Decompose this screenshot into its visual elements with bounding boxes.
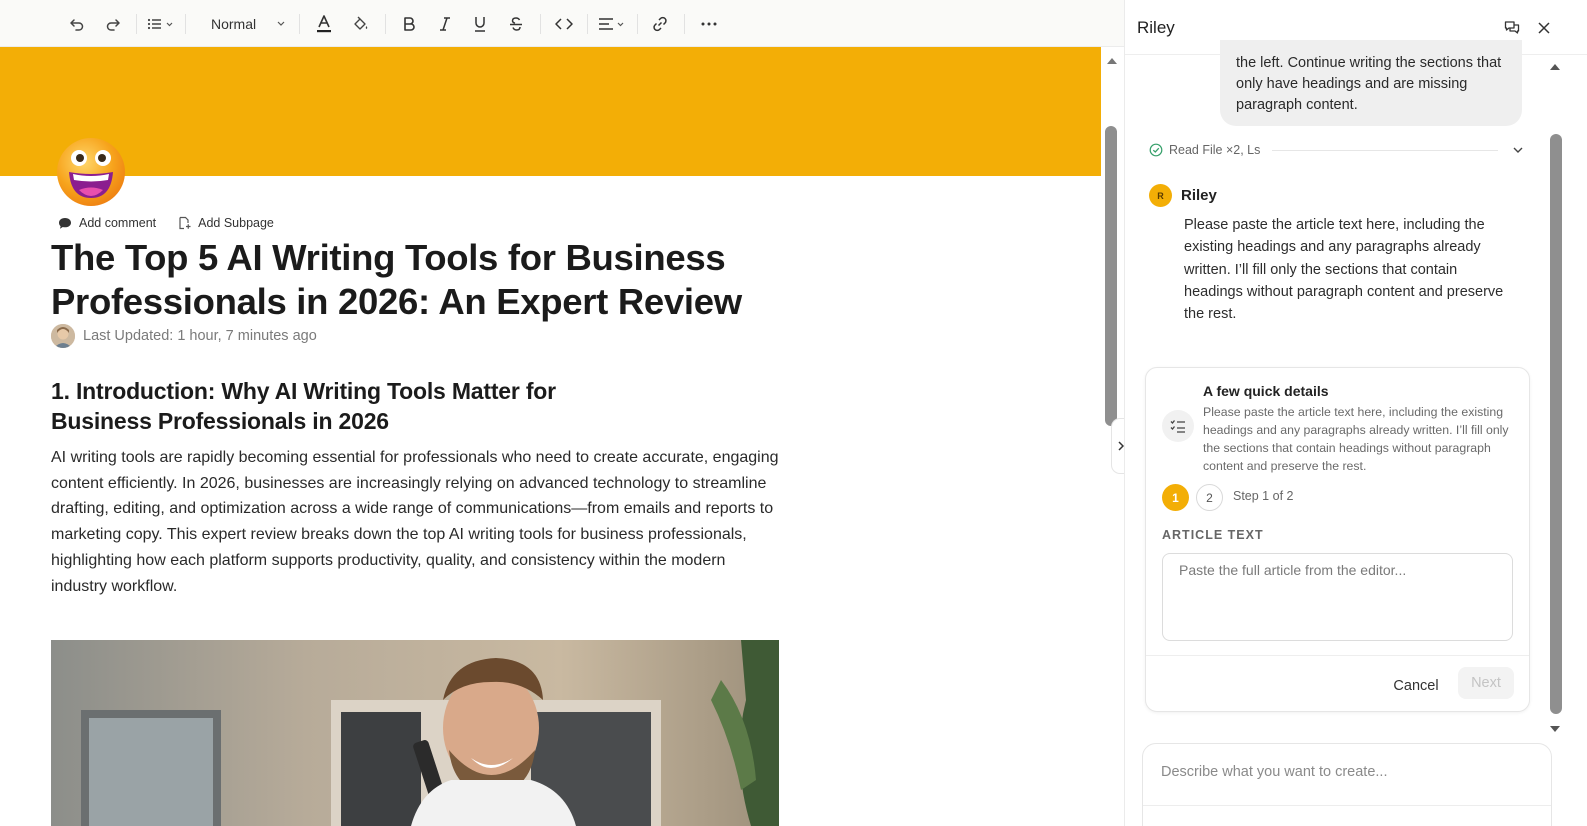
toolbar-divider (587, 14, 588, 34)
step-1-indicator: 1 (1162, 484, 1189, 511)
assistant-header: R Riley (1149, 184, 1217, 207)
chevron-right-icon (1117, 441, 1124, 451)
toolbar-divider (136, 14, 137, 34)
author-avatar (51, 324, 75, 348)
underline-icon[interactable] (469, 12, 491, 36)
cover-banner[interactable] (0, 47, 1101, 176)
chat-composer (1142, 743, 1552, 826)
step-progress-text: Step 1 of 2 (1233, 489, 1294, 503)
app-window: Normal Add comment Add Subpage The Top 5… (0, 0, 1587, 826)
tool-summary-text: Read File ×2, Ls (1169, 143, 1261, 157)
redo-icon[interactable] (102, 12, 124, 36)
assistant-avatar: R (1149, 184, 1172, 207)
assistant-panel: Riley the left. Continue writing the sec… (1124, 0, 1587, 826)
prompt-input[interactable] (1161, 760, 1531, 784)
toolbar-divider (299, 14, 300, 34)
card-description: Please paste the article text here, incl… (1203, 405, 1509, 473)
last-updated: Last Updated: 1 hour, 7 minutes ago (51, 324, 317, 348)
editor-scroll-up-icon[interactable] (1106, 56, 1118, 66)
cancel-button[interactable]: Cancel (1382, 671, 1450, 701)
link-icon[interactable] (649, 12, 671, 36)
add-subpage-button[interactable]: Add Subpage (178, 216, 274, 230)
article-text-input[interactable] (1162, 553, 1513, 641)
toolbar-divider (637, 14, 638, 34)
section-heading[interactable]: 1. Introduction: Why AI Writing Tools Ma… (51, 377, 571, 436)
align-icon[interactable] (597, 12, 627, 36)
panel-scroll-up-icon[interactable] (1549, 62, 1561, 72)
toolbar-divider (185, 14, 186, 34)
user-message: the left. Continue writing the sections … (1220, 40, 1522, 126)
page-meta-actions: Add comment Add Subpage (58, 213, 296, 233)
bold-icon[interactable] (398, 12, 420, 36)
add-comment-label: Add comment (79, 216, 157, 230)
editor-pane: Normal Add comment Add Subpage The Top 5… (0, 0, 1124, 826)
assistant-name: Riley (1181, 187, 1217, 204)
code-icon[interactable] (553, 12, 575, 36)
composer-divider (1143, 805, 1551, 806)
close-icon[interactable] (1534, 18, 1554, 38)
text-style-value: Normal (211, 16, 257, 32)
add-subpage-label: Add Subpage (198, 216, 274, 230)
editor-scrollbar[interactable] (1105, 126, 1117, 426)
list-icon[interactable] (146, 12, 176, 36)
quick-details-card: A few quick details Please paste the art… (1145, 367, 1530, 712)
highlight-color-icon[interactable] (350, 12, 372, 36)
strikethrough-icon[interactable] (505, 12, 527, 36)
toolbar-divider (684, 14, 685, 34)
toolbar-divider (385, 14, 386, 34)
text-color-icon[interactable] (313, 12, 335, 36)
italic-icon[interactable] (434, 12, 456, 36)
checklist-icon (1162, 410, 1194, 442)
chevron-down-icon (277, 21, 285, 26)
chevron-down-icon[interactable] (1512, 144, 1524, 156)
check-circle-icon (1149, 143, 1163, 157)
comment-icon (59, 217, 71, 229)
add-comment-button[interactable]: Add comment (58, 216, 156, 230)
panel-toggle-button[interactable] (1111, 418, 1124, 474)
text-style-select[interactable]: Normal (200, 12, 292, 36)
undo-icon[interactable] (66, 12, 88, 36)
page-title[interactable]: The Top 5 AI Writing Tools for Business … (51, 236, 811, 324)
panel-scroll-down-icon[interactable] (1549, 724, 1561, 734)
step-2-indicator: 2 (1196, 484, 1223, 511)
page-emoji-icon[interactable] (55, 136, 127, 208)
last-updated-text: Last Updated: 1 hour, 7 minutes ago (83, 328, 317, 344)
assistant-message: Please paste the article text here, incl… (1184, 217, 1504, 323)
article-image (51, 640, 779, 826)
tool-activity-summary[interactable]: Read File ×2, Ls (1149, 140, 1524, 160)
panel-title: Riley (1137, 18, 1175, 37)
article-text-label: ARTICLE TEXT (1162, 528, 1264, 542)
chat-history-icon[interactable] (1502, 18, 1522, 38)
formatting-toolbar: Normal (0, 0, 1124, 47)
subpage-icon (179, 216, 191, 230)
panel-scrollbar[interactable] (1550, 134, 1562, 714)
card-divider (1146, 655, 1529, 656)
card-title: A few quick details (1203, 383, 1329, 399)
toolbar-divider (540, 14, 541, 34)
more-options-icon[interactable] (698, 12, 720, 36)
next-button[interactable]: Next (1458, 667, 1514, 699)
section-paragraph[interactable]: AI writing tools are rapidly becoming es… (51, 445, 781, 599)
tool-divider (1272, 149, 1498, 151)
